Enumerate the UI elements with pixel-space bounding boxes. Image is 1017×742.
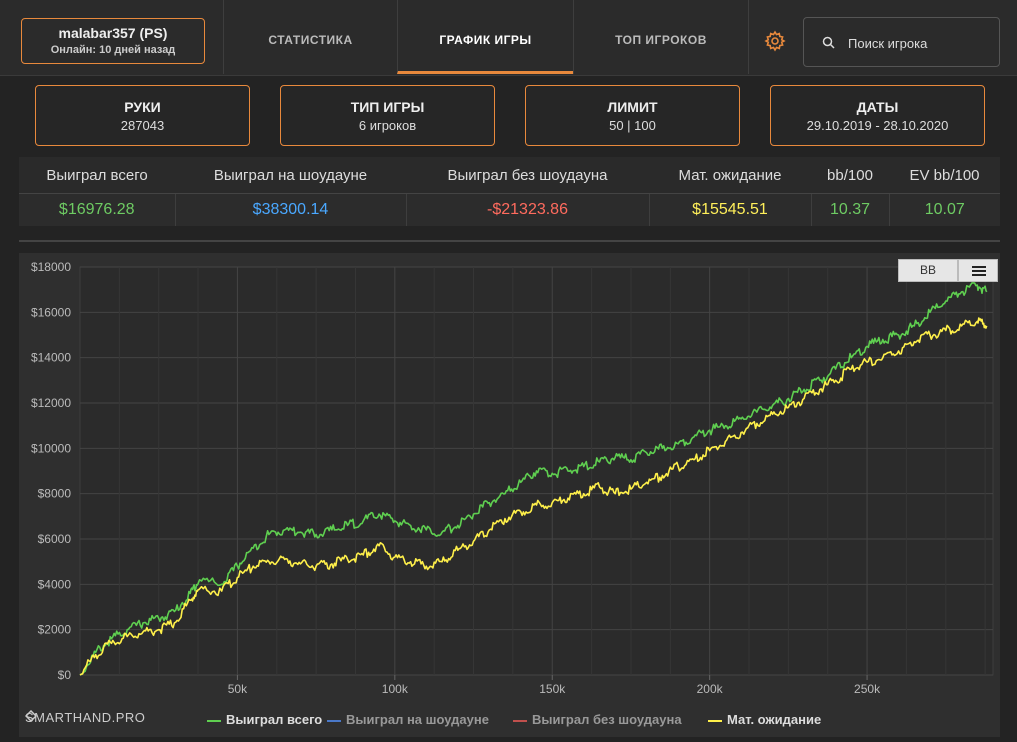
- chart-panel: $0 $2000 $4000 $6000 $8000 $10000 $12000 $14000…: [19, 253, 1000, 737]
- player-status: Онлайн: 10 дней назад: [50, 44, 176, 56]
- stats-value-row: $16976.28 $38300.14 -$21323.86 $15545.51…: [19, 193, 1000, 226]
- stats-header: bb/100: [811, 157, 889, 195]
- card-title: ТИП ИГРЫ: [350, 99, 425, 115]
- stats-header: EV bb/100: [889, 157, 1000, 195]
- legend-swatch: [708, 719, 722, 722]
- y-tick-label: $2000: [38, 623, 72, 637]
- player-name: malabar357 (PS): [58, 25, 168, 41]
- legend-label: Мат. ожидание: [727, 712, 822, 727]
- stats-table: Выиграл всего Выиграл на шоудауне Выигра…: [19, 157, 1000, 226]
- tab-statistics[interactable]: СТАТИСТИКА: [223, 0, 397, 74]
- card-title: ДАТЫ: [856, 99, 899, 115]
- divider: [19, 240, 1000, 242]
- x-tick-label: 100k: [382, 682, 409, 696]
- legend-swatch: [207, 719, 221, 722]
- legend-item-total[interactable]: Выиграл всего: [207, 712, 322, 727]
- card-game-type: ТИП ИГРЫ 6 игроков: [280, 85, 495, 146]
- top-bar: malabar357 (PS) Онлайн: 10 дней назад СТ…: [0, 0, 1017, 76]
- legend-item-non-showdown[interactable]: Выиграл без шоудауна: [513, 712, 682, 727]
- y-tick-label: $0: [58, 668, 72, 682]
- y-tick-label: $10000: [31, 441, 71, 455]
- stat-bb-per-100: 10.37: [811, 193, 890, 226]
- legend-label: Выиграл на шоудауне: [346, 712, 489, 727]
- brand-name: SMARTHAND.PRO: [25, 710, 146, 725]
- legend-label: Выиграл всего: [226, 712, 323, 727]
- stats-header: Выиграл всего: [19, 157, 175, 195]
- brand-logo: SMARTHAND.PRO: [25, 710, 145, 725]
- x-tick-label: 50k: [228, 682, 248, 696]
- stats-header: Выиграл на шоудауне: [175, 157, 406, 195]
- legend-label: Выиграл без шоудауна: [532, 712, 682, 727]
- search-input[interactable]: [848, 33, 988, 53]
- stat-total-won: $16976.28: [19, 193, 176, 226]
- bb-toggle-button[interactable]: BB: [898, 259, 958, 282]
- player-badge[interactable]: malabar357 (PS) Онлайн: 10 дней назад: [21, 18, 205, 64]
- gear-icon[interactable]: [764, 30, 786, 52]
- card-value: 29.10.2019 - 28.10.2020: [806, 118, 949, 133]
- legend-item-showdown[interactable]: Выиграл на шоудауне: [327, 712, 489, 727]
- search-icon: [822, 36, 835, 49]
- legend-swatch: [327, 719, 341, 722]
- stat-ev-bb-per-100: 10.07: [924, 201, 965, 218]
- card-dates: ДАТЫ 29.10.2019 - 28.10.2020: [770, 85, 985, 146]
- card-limit: ЛИМИТ 50 | 100: [525, 85, 740, 146]
- y-tick-label: $18000: [31, 260, 71, 274]
- y-tick-label: $14000: [31, 351, 71, 365]
- legend-item-ev[interactable]: Мат. ожидание: [708, 712, 821, 727]
- tab-game-chart[interactable]: ГРАФИК ИГРЫ: [397, 0, 573, 74]
- stat-won-showdown: $38300.14: [175, 193, 407, 226]
- winnings-chart: $0 $2000 $4000 $6000 $8000 $10000 $12000 $14000…: [31, 260, 994, 696]
- x-tick-label: 250k: [854, 682, 881, 696]
- stats-header: Выиграл без шоудауна: [406, 157, 649, 195]
- legend-swatch: [513, 719, 527, 722]
- y-tick-label: $16000: [31, 305, 71, 319]
- y-tick-label: $8000: [38, 487, 72, 501]
- x-tick-label: 150k: [539, 682, 566, 696]
- y-tick-label: $4000: [38, 577, 72, 591]
- card-title: РУКИ: [124, 99, 161, 115]
- y-tick-label: $6000: [38, 532, 72, 546]
- stats-header: Мат. ожидание: [649, 157, 811, 195]
- card-hands: РУКИ 287043: [35, 85, 250, 146]
- stat-expected-value: $15545.51: [649, 193, 812, 226]
- search-box[interactable]: [803, 17, 1000, 67]
- brand-icon: [25, 710, 37, 722]
- menu-icon[interactable]: [958, 259, 998, 282]
- card-value: 50 | 100: [609, 118, 656, 133]
- x-tick-label: 200k: [697, 682, 724, 696]
- stat-won-non-showdown: -$21323.86: [406, 193, 650, 226]
- stats-header-row: Выиграл всего Выиграл на шоудауне Выигра…: [19, 157, 1000, 195]
- y-tick-label: $12000: [31, 396, 71, 410]
- card-value: 6 игроков: [358, 118, 417, 133]
- card-title: ЛИМИТ: [607, 99, 658, 115]
- tab-top-players[interactable]: ТОП ИГРОКОВ: [573, 0, 749, 74]
- card-value: 287043: [120, 118, 165, 133]
